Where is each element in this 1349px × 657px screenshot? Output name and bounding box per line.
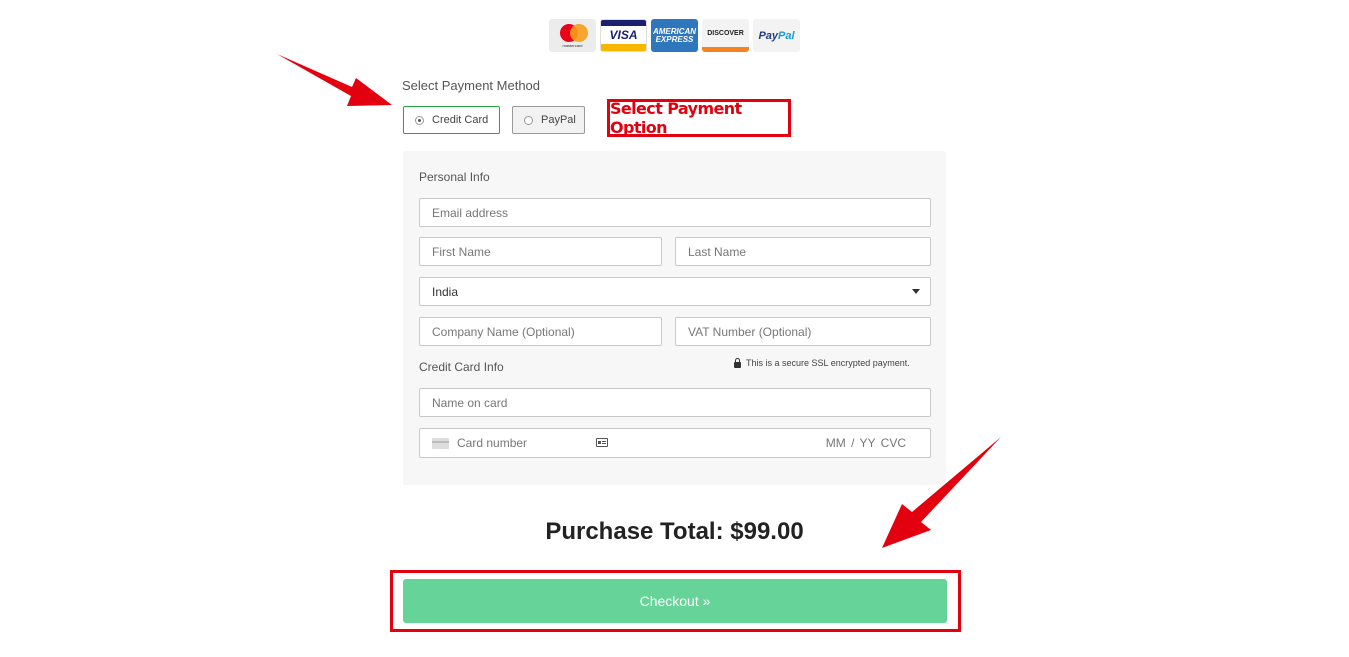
company-placeholder: Company Name (Optional) — [432, 324, 575, 339]
last-name-field[interactable]: Last Name — [675, 237, 931, 266]
card-number-placeholder: Card number — [457, 436, 528, 450]
name-on-card-placeholder: Name on card — [432, 395, 508, 410]
annotation-label: Select Payment Option — [607, 99, 791, 137]
paypal-logo: Pay Pal — [753, 19, 800, 52]
visa-logo: VISA — [600, 19, 647, 52]
card-icon — [432, 437, 449, 449]
secure-payment-note: This is a secure SSL encrypted payment. — [734, 357, 910, 368]
country-value: India — [432, 284, 459, 299]
paypal-option-label: PayPal — [541, 114, 576, 126]
credit-card-option[interactable]: Credit Card — [403, 106, 500, 134]
credit-card-option-label: Credit Card — [432, 114, 489, 126]
paypal-option[interactable]: PayPal — [512, 106, 585, 134]
card-details-field[interactable]: Card number MM / YY CVC — [419, 428, 931, 458]
email-placeholder: Email address — [432, 205, 509, 220]
credit-card-info-title: Credit Card Info — [419, 360, 504, 374]
payment-logos: mastercard VISA AMERICAN EXPRESS DISCOVER… — [549, 19, 800, 53]
checkout-button[interactable]: Checkout » — [403, 579, 947, 623]
purchase-total: Purchase Total: $99.00 — [545, 518, 804, 545]
radio-unchecked-icon[interactable] — [524, 115, 533, 125]
checkout-page: mastercard VISA AMERICAN EXPRESS DISCOVER… — [0, 0, 1349, 657]
american-express-logo: AMERICAN EXPRESS — [651, 19, 698, 52]
company-name-field[interactable]: Company Name (Optional) — [419, 317, 662, 346]
last-name-placeholder: Last Name — [688, 244, 747, 259]
first-name-field[interactable]: First Name — [419, 237, 662, 266]
discover-logo: DISCOVER — [702, 19, 749, 52]
vat-placeholder: VAT Number (Optional) — [688, 324, 812, 339]
personal-info-title: Personal Info — [419, 170, 490, 184]
first-name-placeholder: First Name — [432, 244, 491, 259]
lock-icon — [734, 357, 741, 368]
mastercard-logo: mastercard — [549, 19, 596, 52]
vat-number-field[interactable]: VAT Number (Optional) — [675, 317, 931, 346]
payment-method-label: Select Payment Method — [402, 78, 541, 93]
pointer-arrow-icon — [277, 54, 392, 106]
email-field[interactable]: Email address — [419, 198, 931, 227]
secure-note-text: This is a secure SSL encrypted payment. — [746, 358, 910, 368]
country-select[interactable]: India — [419, 277, 931, 306]
radio-checked-icon[interactable] — [415, 115, 424, 125]
id-card-icon — [596, 438, 608, 447]
name-on-card-field[interactable]: Name on card — [419, 388, 931, 417]
dropdown-caret-icon — [912, 289, 920, 294]
